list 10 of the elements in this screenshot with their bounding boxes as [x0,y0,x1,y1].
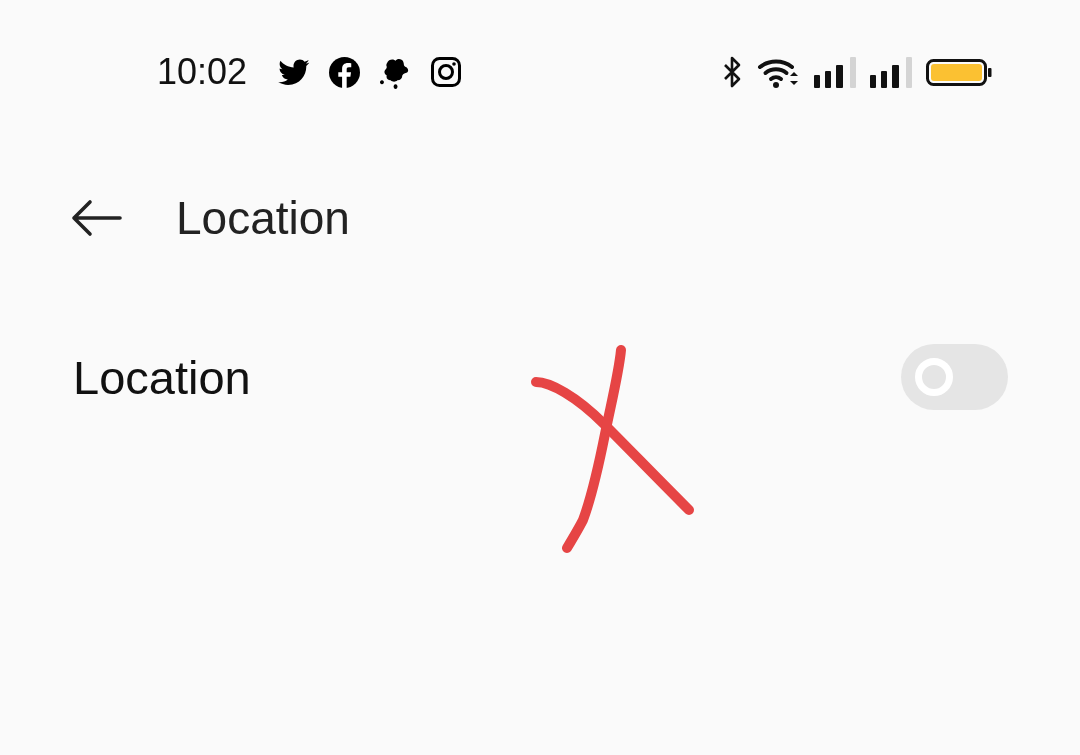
back-arrow-icon[interactable] [70,199,122,237]
clock-time: 10:02 [157,54,248,90]
signal-icon [814,56,857,88]
page-title: Location [176,195,350,241]
bird-icon [277,58,311,86]
signal-icon [870,56,913,88]
f-logo-icon [329,56,361,88]
setting-label: Location [73,353,251,401]
battery-icon [926,58,992,86]
camera-icon [431,57,462,87]
